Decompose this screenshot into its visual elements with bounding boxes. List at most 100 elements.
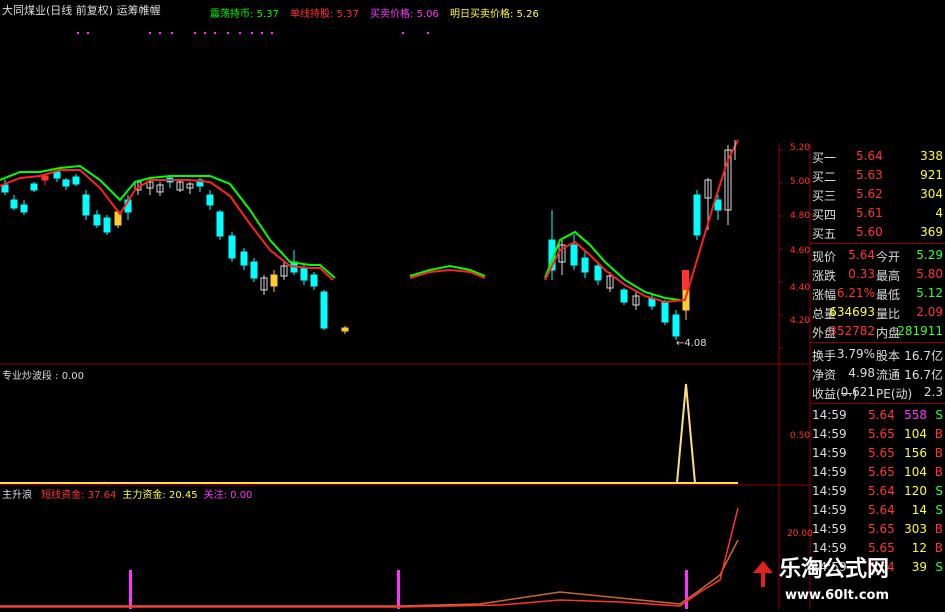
order-volume: 921	[920, 168, 943, 182]
panel3-title: 主升浪 短线资金: 37.64 主力资金: 20.45 关注: 0.00	[2, 491, 252, 501]
panel3-label-2: 关注:	[203, 490, 231, 501]
order-volume: 304	[920, 187, 943, 201]
quote-label: 最低	[876, 288, 901, 302]
panel3-value-1: 20.45	[168, 490, 198, 501]
watermark-title: 乐淘公式网	[779, 557, 890, 582]
fund-value: 4.98	[848, 366, 875, 380]
order-volume: 4	[935, 206, 943, 220]
order-book-row: 买二 5.63 921	[810, 165, 945, 184]
marker-dot	[226, 31, 230, 35]
candle-body	[581, 257, 589, 273]
quote-row: 现价 5.64 今开 5.29	[810, 245, 945, 264]
panel3-label-0: 短线资金:	[41, 490, 88, 501]
tick-row: 14:59 5.64 14 S	[810, 500, 945, 519]
quote-row: 总量 634693 量比 2.09	[810, 302, 945, 321]
watermark-url: www.60lt.com	[785, 588, 890, 603]
tick-price: 5.64	[868, 503, 895, 517]
tick-row: 14:59 5.64 120 S	[810, 481, 945, 500]
order-label: 买二	[812, 170, 837, 184]
marker-dot	[250, 31, 254, 35]
candle-body	[228, 235, 236, 259]
marker-dot	[193, 31, 197, 35]
tick-price: 5.65	[868, 427, 895, 441]
candle-body	[1, 184, 9, 193]
attention-bar	[397, 570, 400, 609]
order-book-row: 买三 5.62 304	[810, 184, 945, 203]
fund-value: 3.79%	[836, 347, 875, 361]
marker-dot	[148, 31, 152, 35]
candle-body	[620, 289, 628, 303]
tick-volume: 104	[904, 427, 927, 441]
quote-label: 现价	[812, 250, 837, 264]
tick-side: S	[935, 484, 943, 498]
order-price: 5.60	[856, 225, 883, 239]
quote-value: 5.12	[916, 286, 943, 300]
tick-time: 14:59	[812, 427, 847, 441]
candle-body	[693, 194, 701, 236]
candle-body	[714, 199, 722, 211]
quote-value: 352782	[829, 324, 875, 338]
quote-value: 281911	[897, 324, 943, 338]
marker-dot	[401, 31, 405, 35]
fund-label: 换手	[812, 349, 837, 363]
tick-volume: 14	[911, 503, 927, 517]
tick-side: B	[934, 446, 943, 460]
candle-body	[300, 267, 308, 281]
tick-row: 14:59 5.65 104 B	[810, 462, 945, 481]
logo-icon	[753, 561, 773, 587]
panel2-title: 专业炒波段 : 0.00	[2, 371, 84, 382]
quote-panel: 买一 5.64 338 买二 5.63 921 买三 5.62 304 买四 5.61 4 买五 5.60…	[810, 143, 945, 609]
candle-body	[661, 301, 669, 323]
tick-price: 5.65	[868, 446, 895, 460]
candle-body	[62, 179, 70, 187]
marker-dot	[260, 31, 264, 35]
panel2-value: 0.00	[61, 371, 84, 382]
panel-separator	[810, 403, 945, 404]
main-fund-line	[0, 507, 739, 608]
short-fund-line	[0, 539, 739, 607]
candle-body	[320, 291, 328, 329]
order-price: 5.63	[856, 168, 883, 182]
candle-body	[270, 274, 278, 287]
marker-dot	[270, 31, 274, 35]
candle-body	[672, 314, 680, 337]
fund-label: 流通	[876, 368, 901, 382]
fund-label: PE(动)	[876, 387, 913, 401]
candle-body	[82, 194, 90, 216]
attention-bar	[685, 570, 688, 609]
signal-spike	[676, 383, 696, 484]
tick-time: 14:59	[812, 503, 847, 517]
fund-value: 16.7亿	[904, 368, 943, 382]
quote-value: 6.21%	[836, 286, 875, 300]
tick-side: S	[935, 503, 943, 517]
ma-green-line	[544, 230, 681, 301]
order-book-row: 买四 5.61 4	[810, 203, 945, 222]
marker-dot	[170, 31, 174, 35]
ma-red-line	[544, 139, 739, 304]
quote-value: 5.80	[916, 267, 943, 281]
marker-dot	[213, 31, 217, 35]
candle-body	[570, 244, 578, 266]
price-tick-label: 4.40	[790, 283, 811, 293]
panel3-prefix: 主升浪	[2, 490, 32, 501]
quote-row: 涨跌 0.33 最高 5.80	[810, 264, 945, 283]
price-tick-label: 4.60	[790, 246, 811, 256]
candle-body	[310, 274, 318, 287]
quote-value: 0.33	[848, 267, 875, 281]
panel-separator	[810, 342, 945, 343]
fund-label: 净资	[812, 368, 837, 382]
panel3-value-2: 0.00	[230, 490, 253, 501]
tick-volume: 156	[904, 446, 927, 460]
marker-dot	[76, 31, 80, 35]
panel2-axis-tick: 0.50	[790, 431, 811, 441]
tick-volume: 120	[904, 484, 927, 498]
panel3-axis-tick: 20.00	[787, 529, 813, 539]
tick-time: 14:59	[812, 465, 847, 479]
fundamental-row: 换手 3.79% 股本 16.7亿	[810, 344, 945, 363]
tick-row: 14:59 5.64 558 S	[810, 405, 945, 424]
order-label: 买四	[812, 208, 837, 222]
tick-price: 5.65	[868, 465, 895, 479]
kline-chart[interactable]	[0, 0, 945, 609]
order-price: 5.62	[856, 187, 883, 201]
fund-value: 2.3	[923, 385, 943, 399]
